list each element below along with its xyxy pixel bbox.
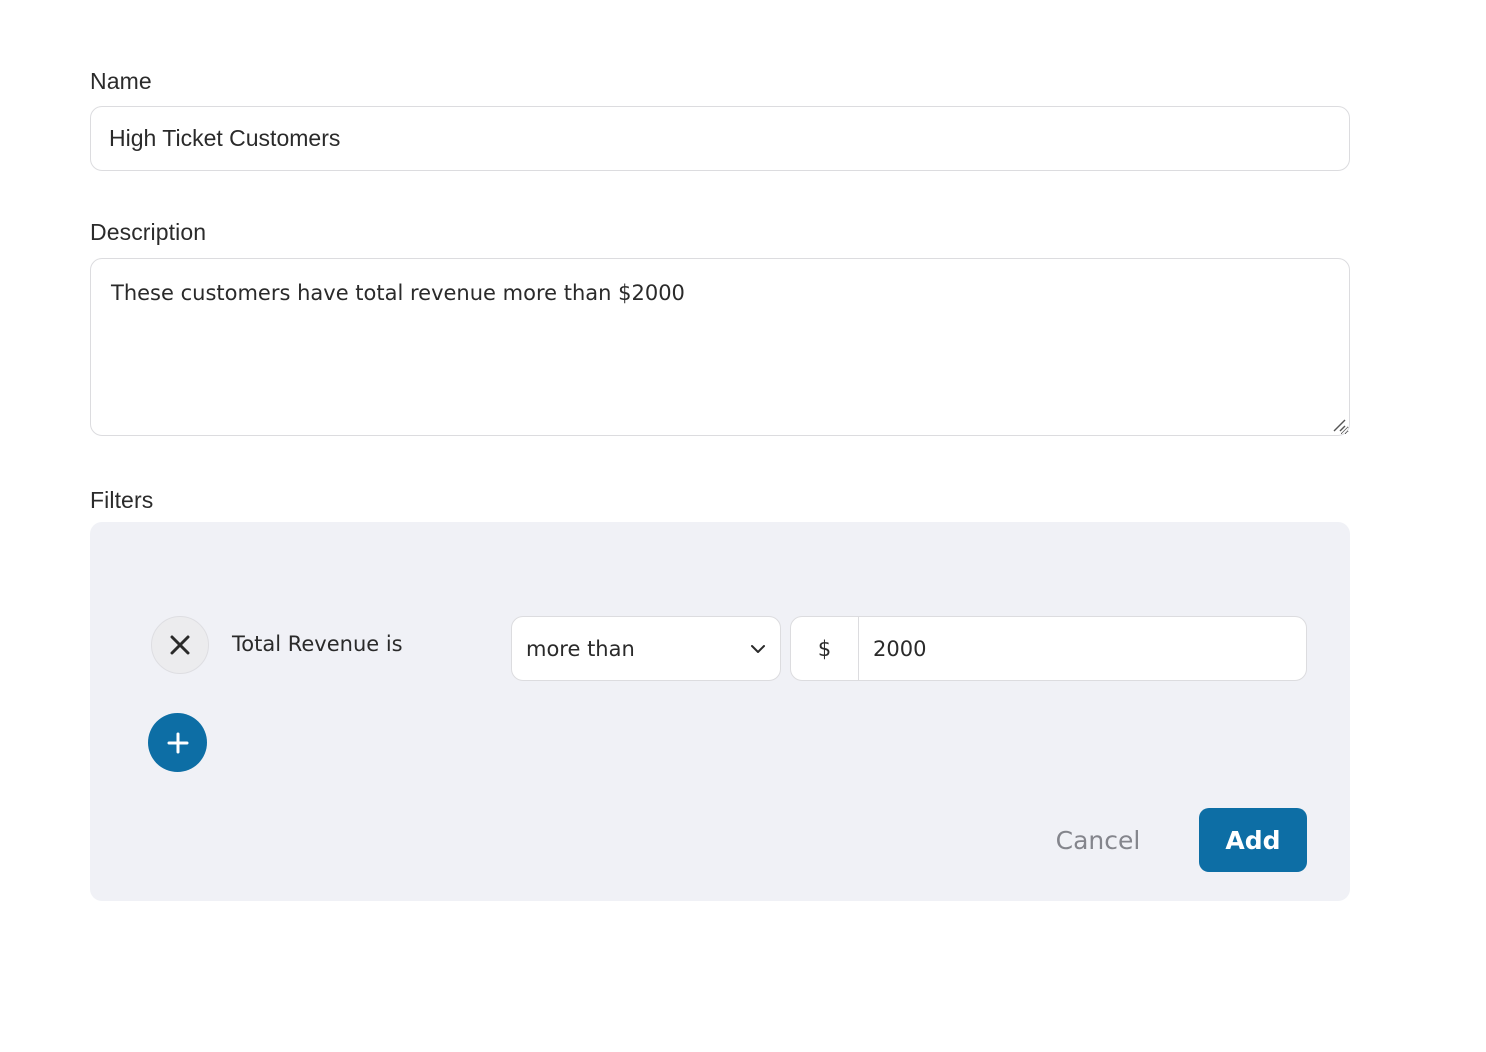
close-icon bbox=[170, 635, 190, 655]
chevron-down-icon bbox=[751, 644, 765, 653]
add-filter-button[interactable] bbox=[148, 713, 207, 772]
filters-panel: Total Revenue is more than $ Cancel Add bbox=[90, 522, 1350, 901]
description-textarea[interactable]: These customers have total revenue more … bbox=[90, 258, 1350, 436]
operator-select-value: more than bbox=[526, 636, 635, 661]
currency-prefix: $ bbox=[791, 617, 859, 680]
operator-select[interactable]: more than bbox=[511, 616, 781, 681]
description-label: Description bbox=[90, 219, 207, 245]
amount-input[interactable] bbox=[859, 617, 1306, 680]
plus-icon bbox=[167, 732, 188, 753]
resize-grip-icon[interactable] bbox=[1332, 418, 1346, 432]
name-label: Name bbox=[90, 68, 152, 94]
remove-filter-button[interactable] bbox=[151, 616, 209, 674]
filter-field-label: Total Revenue is bbox=[232, 632, 403, 656]
amount-input-group: $ bbox=[790, 616, 1307, 681]
name-input[interactable] bbox=[90, 106, 1350, 171]
add-button[interactable]: Add bbox=[1199, 808, 1307, 872]
filters-label: Filters bbox=[90, 487, 154, 513]
cancel-button[interactable]: Cancel bbox=[1040, 808, 1156, 872]
